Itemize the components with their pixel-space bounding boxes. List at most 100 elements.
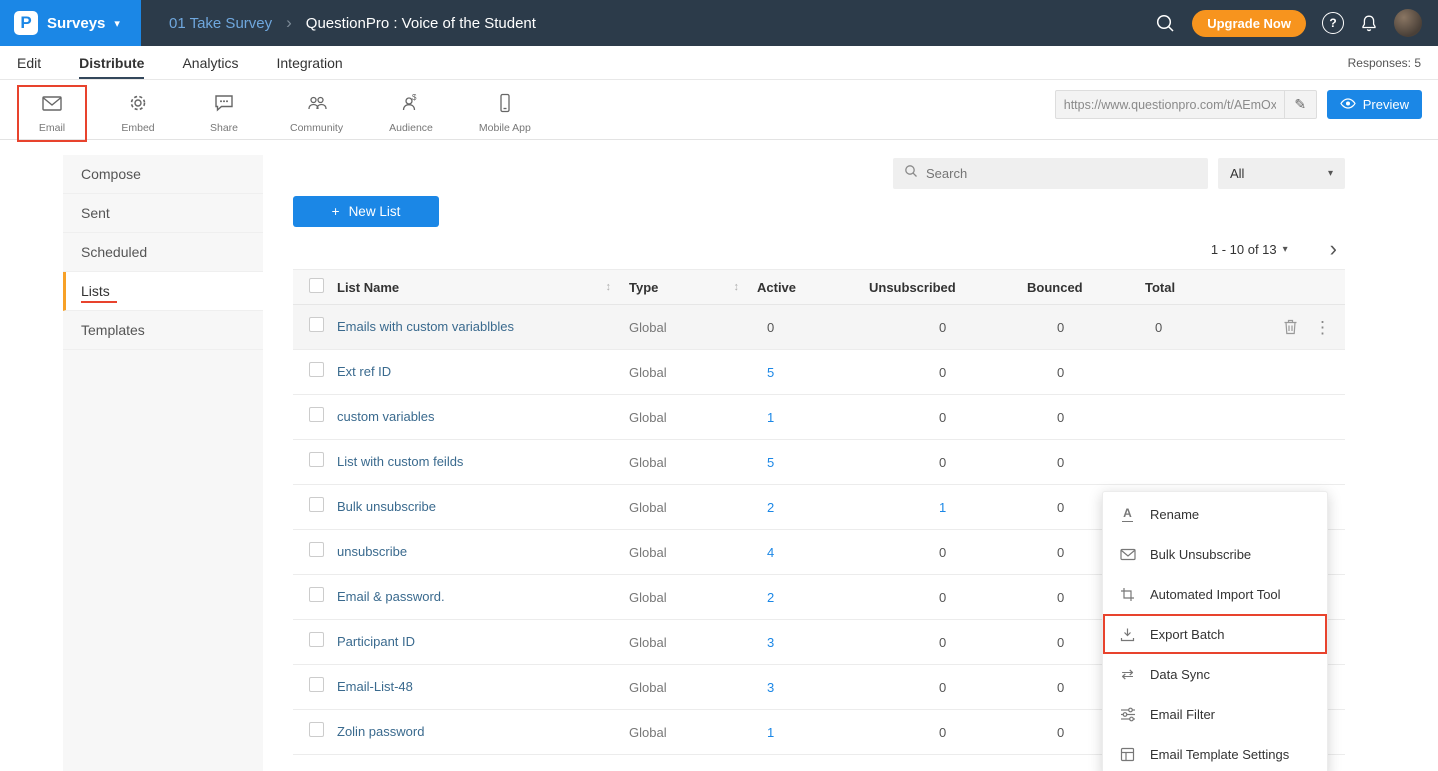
tab-integration[interactable]: Integration [277,46,343,79]
active-count[interactable]: 4 [757,545,869,560]
row-checkbox[interactable] [309,677,324,692]
bounced-count[interactable]: 0 [1027,320,1145,335]
sort-icon[interactable]: ↕ [606,281,612,293]
avatar[interactable] [1394,9,1422,37]
toolbar-item-mobile-app[interactable]: Mobile App [467,88,543,139]
list-type: Global [629,455,757,470]
row-checkbox[interactable] [309,632,324,647]
list-name-link[interactable]: Emails with custom variablbles [337,319,514,334]
notifications-bell-icon[interactable] [1360,14,1378,33]
menu-item-email-filter[interactable]: Email Filter [1103,694,1327,734]
list-name-link[interactable]: Bulk unsubscribe [337,499,436,514]
toolbar-item-share[interactable]: Share [192,88,256,139]
upgrade-now-button[interactable]: Upgrade Now [1192,10,1306,37]
sidebar-item-templates[interactable]: Templates [63,311,263,350]
toolbar-item-audience[interactable]: $ Audience [377,88,445,139]
pagination-row: 1 - 10 of 13 ▾ › [293,238,1345,260]
list-name-link[interactable]: Participant ID [337,634,415,649]
toolbar-item-embed[interactable]: Embed [106,88,170,139]
survey-url-input[interactable] [1056,98,1284,112]
unsubscribed-count[interactable]: 0 [869,590,1027,605]
bounced-count[interactable]: 0 [1027,410,1145,425]
sidebar-item-scheduled[interactable]: Scheduled [63,233,263,272]
active-count[interactable]: 0 [757,320,869,335]
chevron-down-icon: ▾ [1328,168,1333,179]
list-name-link[interactable]: Email-List-48 [337,679,413,694]
list-filter-dropdown[interactable]: All ▾ [1218,158,1345,189]
unsubscribed-count[interactable]: 1 [869,500,1027,515]
trash-icon[interactable] [1283,319,1298,335]
list-name-link[interactable]: Email & password. [337,589,445,604]
unsubscribed-count[interactable]: 0 [869,635,1027,650]
active-count[interactable]: 1 [757,725,869,740]
bounced-count[interactable]: 0 [1027,365,1145,380]
toolbar-item-community[interactable]: Community [278,88,355,139]
list-name-link[interactable]: unsubscribe [337,544,407,559]
list-name-link[interactable]: Ext ref ID [337,364,391,379]
list-type: Global [629,680,757,695]
table-row: List with custom feilds Global 5 0 0 ⋮ [293,440,1345,485]
row-checkbox[interactable] [309,452,324,467]
product-menu[interactable]: P Surveys ▾ [0,0,141,46]
list-name-link[interactable]: Zolin password [337,724,424,739]
row-checkbox[interactable] [309,497,324,512]
active-count[interactable]: 1 [757,410,869,425]
search-input[interactable] [926,166,1197,181]
tab-distribute[interactable]: Distribute [79,46,144,79]
sort-icon[interactable]: ↕ [734,281,740,293]
sidebar-item-lists[interactable]: Lists [63,272,263,311]
row-checkbox[interactable] [309,362,324,377]
active-count[interactable]: 2 [757,590,869,605]
sidebar-item-compose[interactable]: Compose [63,155,263,194]
list-type: Global [629,320,757,335]
pagination-range: 1 - 10 of 13 [1211,242,1277,257]
unsubscribed-count[interactable]: 0 [869,410,1027,425]
row-checkbox[interactable] [309,407,324,422]
sidebar-item-label: Templates [81,322,145,338]
list-name-link[interactable]: List with custom feilds [337,454,463,469]
new-list-label: New List [349,204,401,219]
select-all-checkbox[interactable] [309,278,324,293]
row-checkbox[interactable] [309,722,324,737]
unsubscribed-count[interactable]: 0 [869,680,1027,695]
menu-item-export-batch[interactable]: Export Batch [1103,614,1327,654]
page-title: QuestionPro : Voice of the Student [306,15,536,32]
row-checkbox[interactable] [309,317,324,332]
new-list-button[interactable]: + New List [293,196,439,227]
pagination-dropdown[interactable]: 1 - 10 of 13 ▾ [1211,242,1288,257]
row-context-menu: A Rename Bulk Unsubscribe Automated Impo… [1102,491,1328,771]
menu-item-data-sync[interactable]: ⇄ Data Sync [1103,654,1327,694]
active-count[interactable]: 5 [757,365,869,380]
help-icon[interactable]: ? [1322,12,1344,34]
menu-item-email-template-settings[interactable]: Email Template Settings [1103,734,1327,771]
active-count[interactable]: 5 [757,455,869,470]
menu-item-automated-import-tool[interactable]: Automated Import Tool [1103,574,1327,614]
unsubscribed-count[interactable]: 0 [869,320,1027,335]
breadcrumb-survey-link[interactable]: 01 Take Survey [169,15,272,32]
sidebar-item-sent[interactable]: Sent [63,194,263,233]
list-name-link[interactable]: custom variables [337,409,435,424]
unsubscribed-count[interactable]: 0 [869,365,1027,380]
row-checkbox[interactable] [309,587,324,602]
unsubscribed-count[interactable]: 0 [869,725,1027,740]
table-row: Ext ref ID Global 5 0 0 ⋮ [293,350,1345,395]
total-count[interactable]: 0 [1145,320,1257,335]
menu-item-rename[interactable]: A Rename [1103,494,1327,534]
automated-import-icon [1119,587,1136,602]
next-page-chevron[interactable]: › [1330,239,1337,259]
unsubscribed-count[interactable]: 0 [869,455,1027,470]
active-count[interactable]: 3 [757,680,869,695]
edit-url-pencil-icon[interactable]: ✎ [1284,91,1316,118]
row-checkbox[interactable] [309,542,324,557]
preview-button[interactable]: Preview [1327,90,1422,119]
tab-edit[interactable]: Edit [17,46,41,79]
active-count[interactable]: 3 [757,635,869,650]
search-icon[interactable] [1155,13,1176,34]
menu-item-bulk-unsubscribe[interactable]: Bulk Unsubscribe [1103,534,1327,574]
unsubscribed-count[interactable]: 0 [869,545,1027,560]
tab-analytics[interactable]: Analytics [182,46,238,79]
active-count[interactable]: 2 [757,500,869,515]
bounced-count[interactable]: 0 [1027,455,1145,470]
toolbar-item-email[interactable]: Email [20,88,84,139]
kebab-menu-icon[interactable]: ⋮ [1314,319,1331,336]
